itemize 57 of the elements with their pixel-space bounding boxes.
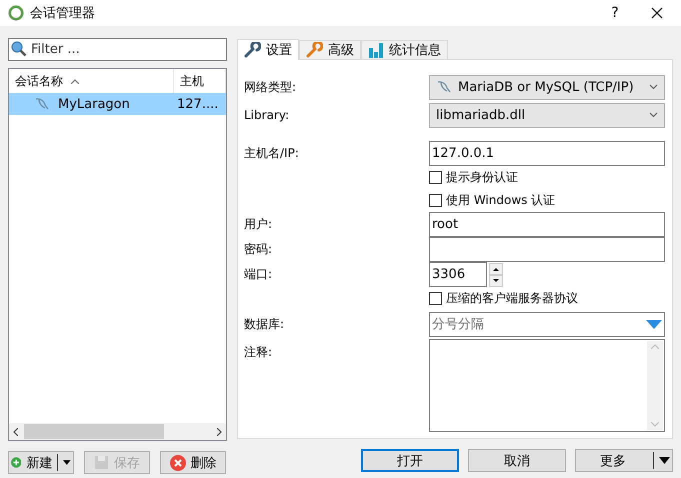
window-title: 会话管理器 (30, 5, 96, 22)
scroll-right-icon (217, 428, 222, 436)
sort-ascending-icon (71, 78, 79, 84)
field-label: 用户: (244, 216, 274, 233)
session-name: MyLaragon (58, 96, 130, 112)
checkbox[interactable] (429, 292, 442, 305)
checkbox[interactable] (429, 194, 442, 207)
checkbox[interactable] (429, 171, 442, 184)
caret-icon (649, 112, 658, 118)
caret-icon (649, 84, 658, 90)
plus-icon (11, 455, 22, 470)
more-split-button[interactable]: 更多 (575, 449, 673, 472)
wrench-icon (306, 42, 323, 58)
triangle-down-icon (646, 320, 662, 328)
input-field[interactable]: 127.0.0.1 (429, 141, 665, 166)
delete-icon (170, 454, 186, 470)
open-button[interactable]: 打开 (361, 449, 459, 472)
horizontal-scrollbar[interactable] (9, 423, 226, 440)
checkbox-label: 使用 Windows 认证 (446, 192, 556, 209)
wrench-icon (244, 42, 261, 58)
field-label: Library: (244, 107, 290, 124)
scroll-left-icon (13, 428, 18, 436)
close-icon[interactable] (651, 7, 663, 19)
port-field[interactable]: 3306 (429, 262, 487, 287)
tab[interactable]: 高级 (299, 40, 361, 59)
session-host: 127.... (176, 96, 218, 112)
tab[interactable]: 统计信息 (361, 40, 448, 59)
field-label: 主机名/IP: (244, 145, 300, 162)
dolphin-icon (34, 96, 50, 112)
comment-field[interactable] (429, 339, 665, 432)
scroll-down-icon (651, 422, 659, 427)
select-dropdown[interactable]: libmariadb.dll (429, 102, 665, 128)
dropdown-arrow-icon (63, 459, 71, 466)
session-row[interactable]: MyLaragon 127.... (9, 93, 226, 115)
scroll-up-icon (651, 344, 659, 349)
spin-buttons-icon[interactable] (489, 262, 503, 286)
search-icon (11, 41, 27, 57)
cancel-button[interactable]: 取消 (468, 449, 566, 472)
tab[interactable]: 设置 (237, 39, 299, 60)
new-split-button[interactable]: 新建 (8, 451, 74, 474)
select-dropdown[interactable]: MariaDB or MySQL (TCP/IP) (429, 74, 665, 100)
bar-chart-icon (368, 42, 384, 58)
checkbox-label: 压缩的客户端服务器协议 (446, 290, 578, 307)
input-field[interactable]: root (429, 212, 665, 237)
help-button[interactable]: ? (595, 5, 635, 21)
field-label: 数据库: (244, 316, 286, 332)
field-label: 网络类型: (244, 78, 298, 96)
field-label: 密码: (244, 241, 274, 258)
app-logo-icon (8, 5, 24, 21)
database-field[interactable]: 分号分隔 (429, 312, 665, 336)
checkbox-label: 提示身份认证 (446, 169, 518, 186)
field-label: 注释: (244, 344, 274, 361)
dropdown-arrow-icon (659, 457, 670, 464)
delete-button[interactable]: 删除 (160, 451, 226, 474)
field-label: 端口: (244, 266, 274, 283)
input-field[interactable] (429, 237, 665, 262)
filter-field[interactable]: Filter ... (8, 38, 227, 61)
